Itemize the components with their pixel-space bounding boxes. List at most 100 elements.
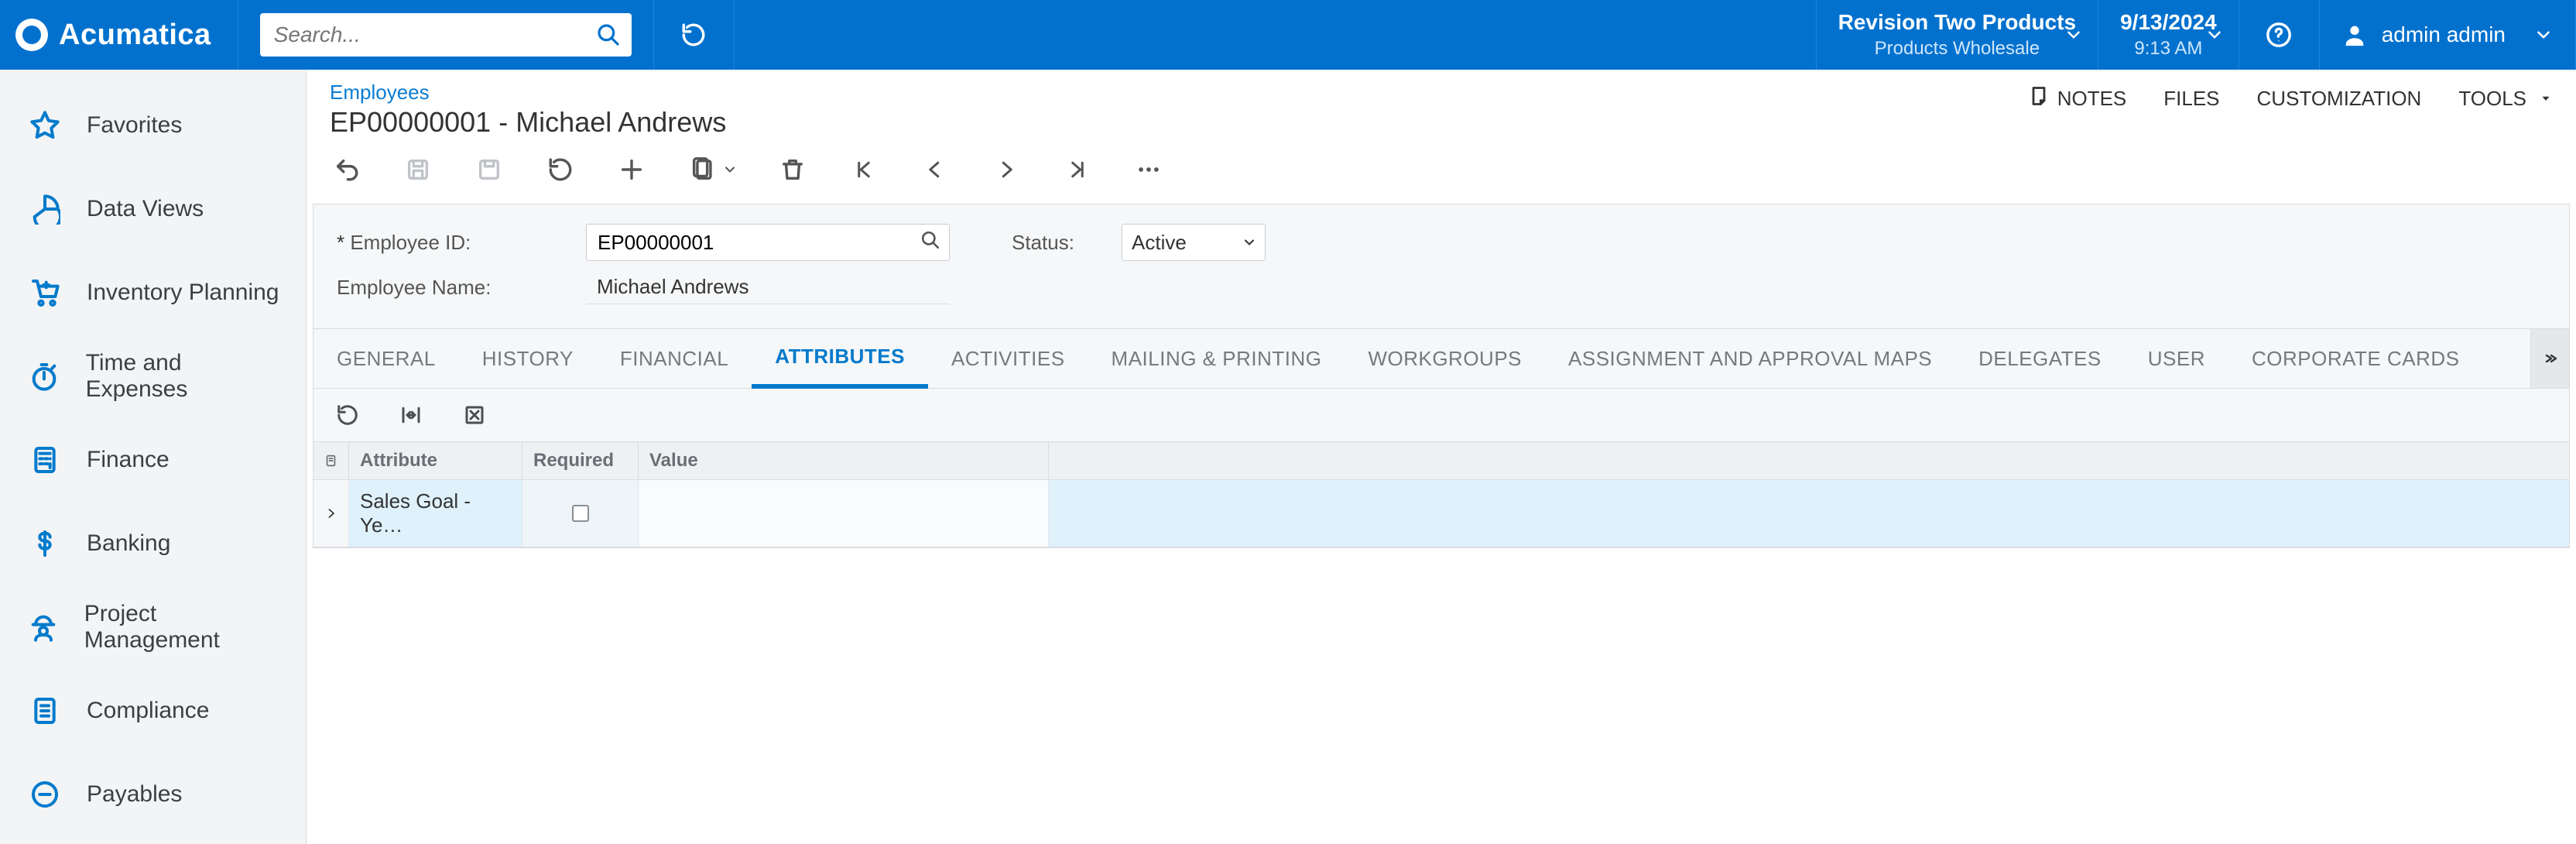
attributes-grid: Attribute Required Value Sales Goal - Ye… xyxy=(313,441,2569,547)
col-attribute[interactable]: Attribute xyxy=(349,442,522,479)
page-header: Employees EP00000001 - Michael Andrews N… xyxy=(307,70,2576,145)
page-title: EP00000001 - Michael Andrews xyxy=(330,106,726,139)
tab-mailing-printing[interactable]: MAILING & PRINTING xyxy=(1088,331,1345,386)
back-button[interactable] xyxy=(330,153,364,187)
tab-user[interactable]: USER xyxy=(2125,331,2228,386)
tab-workgroups[interactable]: WORKGROUPS xyxy=(1345,331,1545,386)
first-record-button[interactable] xyxy=(847,153,881,187)
refresh-button[interactable] xyxy=(654,0,735,70)
calculator-icon xyxy=(26,441,63,479)
sidebar-item-compliance[interactable]: Compliance xyxy=(0,669,306,753)
sidebar-item-time-expenses[interactable]: Time and Expenses xyxy=(0,335,306,418)
tenant-selector[interactable]: Revision Two Products Products Wholesale xyxy=(1817,0,2099,70)
tools-label: TOOLS xyxy=(2458,87,2526,111)
minus-circle-icon xyxy=(26,776,63,813)
sidebar-item-payables[interactable]: Payables xyxy=(0,753,306,836)
tab-assignment-approval-maps[interactable]: ASSIGNMENT AND APPROVAL MAPS xyxy=(1545,331,1955,386)
search-input[interactable] xyxy=(260,13,632,57)
tab-delegates[interactable]: DELEGATES xyxy=(1955,331,2125,386)
chevron-down-icon xyxy=(1242,235,1257,250)
business-date[interactable]: 9/13/2024 9:13 AM xyxy=(2098,0,2239,70)
row-expander[interactable] xyxy=(313,480,349,547)
page-actions: NOTES FILES CUSTOMIZATION TOOLS xyxy=(2028,85,2553,112)
notes-label: NOTES xyxy=(2057,87,2127,111)
tenant-name: Revision Two Products xyxy=(1838,10,2077,35)
note-icon xyxy=(2028,85,2050,112)
record-toolbar xyxy=(307,145,2576,204)
status-select[interactable]: Active xyxy=(1122,224,1266,261)
employee-name-label: Employee Name: xyxy=(337,276,569,300)
tab-general[interactable]: GENERAL xyxy=(313,331,459,386)
sidebar-item-finance[interactable]: Finance xyxy=(0,418,306,502)
brand[interactable]: Acumatica xyxy=(0,0,238,70)
sidebar-item-label: Favorites xyxy=(87,112,182,139)
search-box[interactable] xyxy=(260,13,632,57)
grid-toolbar xyxy=(313,389,2569,441)
employee-name-value: Michael Andrews xyxy=(586,270,950,304)
employee-id-input[interactable] xyxy=(586,224,950,261)
tab-attributes[interactable]: ATTRIBUTES xyxy=(752,329,928,389)
tab-financial[interactable]: FINANCIAL xyxy=(597,331,752,386)
sidebar-item-label: Payables xyxy=(87,781,182,808)
search-icon[interactable] xyxy=(596,22,621,47)
brand-name: Acumatica xyxy=(59,19,211,52)
star-icon xyxy=(26,107,63,144)
tools-button[interactable]: TOOLS xyxy=(2458,87,2553,111)
breadcrumb: Employees xyxy=(330,81,726,105)
col-value[interactable]: Value xyxy=(639,442,1049,479)
table-row[interactable]: Sales Goal - Ye… xyxy=(313,480,2569,547)
add-button[interactable] xyxy=(615,153,649,187)
clipboard-button[interactable] xyxy=(686,153,738,187)
topbar: Acumatica Revision Two Products Products… xyxy=(0,0,2576,70)
cell-value[interactable] xyxy=(639,480,1049,547)
save-and-close-button[interactable] xyxy=(401,153,435,187)
refresh-icon xyxy=(680,22,707,48)
search-icon[interactable] xyxy=(920,230,940,256)
more-actions-button[interactable] xyxy=(1132,153,1166,187)
files-button[interactable]: FILES xyxy=(2163,87,2219,111)
tabs-overflow-button[interactable] xyxy=(2530,329,2569,388)
chevron-down-icon xyxy=(2204,25,2225,45)
chevron-down-icon xyxy=(2064,25,2084,45)
breadcrumb-link-employees[interactable]: Employees xyxy=(330,81,430,104)
employee-id-label: Employee ID: xyxy=(337,231,569,255)
global-search xyxy=(238,0,654,70)
pie-icon xyxy=(26,190,63,228)
prev-record-button[interactable] xyxy=(918,153,952,187)
sidebar-item-inventory-planning[interactable]: Inventory Planning xyxy=(0,251,306,335)
grid-refresh-button[interactable] xyxy=(332,400,363,431)
sidebar-item-label: Inventory Planning xyxy=(87,280,279,306)
sidebar-item-favorites[interactable]: Favorites xyxy=(0,84,306,167)
checklist-icon xyxy=(26,692,63,729)
tab-corporate-cards[interactable]: CORPORATE CARDS xyxy=(2228,331,2483,386)
help-button[interactable] xyxy=(2239,0,2320,70)
sidebar-item-label: Time and Expenses xyxy=(86,350,284,403)
caret-down-icon xyxy=(2539,87,2553,111)
user-menu[interactable]: admin admin xyxy=(2320,0,2576,70)
stopwatch-icon xyxy=(26,358,63,395)
col-required[interactable]: Required xyxy=(522,442,639,479)
tenant-sub: Products Wholesale xyxy=(1875,38,2040,60)
tab-activities[interactable]: ACTIVITIES xyxy=(928,331,1088,386)
grid-selector-header[interactable] xyxy=(313,442,349,479)
delete-button[interactable] xyxy=(776,153,810,187)
status-label: Status: xyxy=(1012,231,1105,255)
notes-button[interactable]: NOTES xyxy=(2028,85,2127,112)
last-record-button[interactable] xyxy=(1060,153,1094,187)
customization-button[interactable]: CUSTOMIZATION xyxy=(2257,87,2422,111)
grid-export-button[interactable] xyxy=(459,400,490,431)
sidebar-item-label: Banking xyxy=(87,530,170,557)
grid-fit-columns-button[interactable] xyxy=(396,400,426,431)
sidebar-item-banking[interactable]: Banking xyxy=(0,502,306,585)
help-icon xyxy=(2266,22,2292,48)
worker-icon xyxy=(26,609,61,646)
discard-button[interactable] xyxy=(543,153,577,187)
cell-attribute[interactable]: Sales Goal - Ye… xyxy=(349,480,522,547)
employee-id-lookup[interactable] xyxy=(586,224,950,261)
tab-history[interactable]: HISTORY xyxy=(459,331,597,386)
next-record-button[interactable] xyxy=(989,153,1023,187)
save-button[interactable] xyxy=(472,153,506,187)
sidebar-item-data-views[interactable]: Data Views xyxy=(0,167,306,251)
cell-required[interactable] xyxy=(522,480,639,547)
sidebar-item-project-management[interactable]: Project Management xyxy=(0,585,306,669)
